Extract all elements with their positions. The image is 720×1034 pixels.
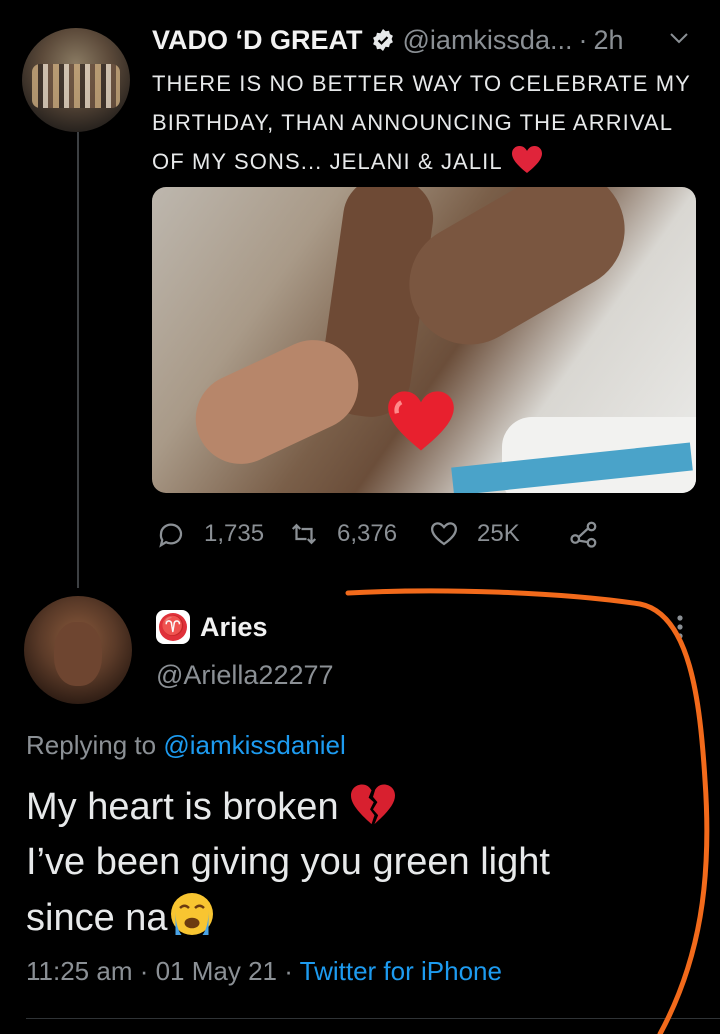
display-name[interactable]: VADO ‘D GREAT [152, 25, 363, 56]
display-name[interactable]: Aries [200, 612, 268, 643]
retweet-action[interactable]: 6,376 [289, 519, 429, 549]
reply-text: My heart is broken I’ve been giving you … [26, 780, 686, 946]
reply-text-line: My heart is broken [26, 780, 686, 835]
avatar[interactable] [22, 28, 130, 132]
verified-badge-icon [372, 29, 393, 51]
tweet-photo[interactable] [152, 187, 696, 493]
retweet-icon [291, 523, 317, 545]
reply-text-line: since na [26, 890, 686, 946]
reply-action[interactable]: 1,735 [156, 519, 289, 549]
avatar[interactable] [24, 596, 132, 704]
separator: · [578, 24, 588, 55]
source-link[interactable]: Twitter for iPhone [300, 956, 502, 986]
mention-link[interactable]: @iamkissdaniel [163, 730, 345, 760]
reply-count: 1,735 [204, 520, 265, 547]
tweet-text-line: THERE IS NO BETTER WAY TO CELEBRATE MY [152, 71, 691, 96]
reply-text-line: I’ve been giving you green light [26, 841, 550, 883]
reply-header: ♈ Aries [156, 610, 268, 644]
red-heart-emoji-icon [388, 391, 454, 451]
share-action[interactable] [569, 519, 599, 549]
like-count: 25K [477, 520, 520, 547]
red-heart-emoji-icon [511, 146, 542, 173]
like-action[interactable]: 25K [429, 519, 569, 549]
divider [26, 1018, 720, 1019]
reply-icon [159, 523, 183, 548]
tweet-text-line: BIRTHDAY, THAN ANNOUNCING THE ARRIVAL [152, 110, 674, 135]
tweet-text: THERE IS NO BETTER WAY TO CELEBRATE MY B… [152, 64, 707, 181]
separator: · [132, 956, 156, 986]
chevron-down-icon[interactable] [668, 30, 690, 46]
replying-to: Replying to @iamkissdaniel [26, 730, 346, 761]
replying-prefix: Replying to [26, 730, 164, 760]
tweet-meta: 11:25 am · 01 May 21 · Twitter for iPhon… [26, 956, 502, 987]
thread-connector-line [77, 132, 79, 588]
profile-face [54, 622, 102, 686]
more-options-icon[interactable] [670, 612, 690, 642]
aries-emoji-icon: ♈ [156, 610, 190, 644]
heart-icon [430, 522, 458, 546]
tweet-header: VADO ‘D GREAT @iamkissda... · 2h [152, 24, 624, 56]
timestamp[interactable]: 2h [593, 25, 623, 56]
handle[interactable]: @Ariella22277 [156, 660, 334, 691]
broken-heart-emoji-icon [351, 784, 396, 825]
date: 01 May 21 [155, 956, 277, 986]
share-icon [570, 521, 597, 548]
tweet-actions: 1,735 6,376 25K [156, 518, 599, 550]
retweet-count: 6,376 [337, 520, 398, 547]
separator: · [277, 956, 300, 986]
handle[interactable]: @iamkissda... [403, 25, 573, 56]
tweet-text-line: OF MY SONS... JELANI & JALIL [152, 142, 707, 181]
crying-face-emoji-icon [170, 893, 213, 935]
timestamp: 11:25 am [26, 956, 133, 986]
group-photo [32, 64, 120, 108]
